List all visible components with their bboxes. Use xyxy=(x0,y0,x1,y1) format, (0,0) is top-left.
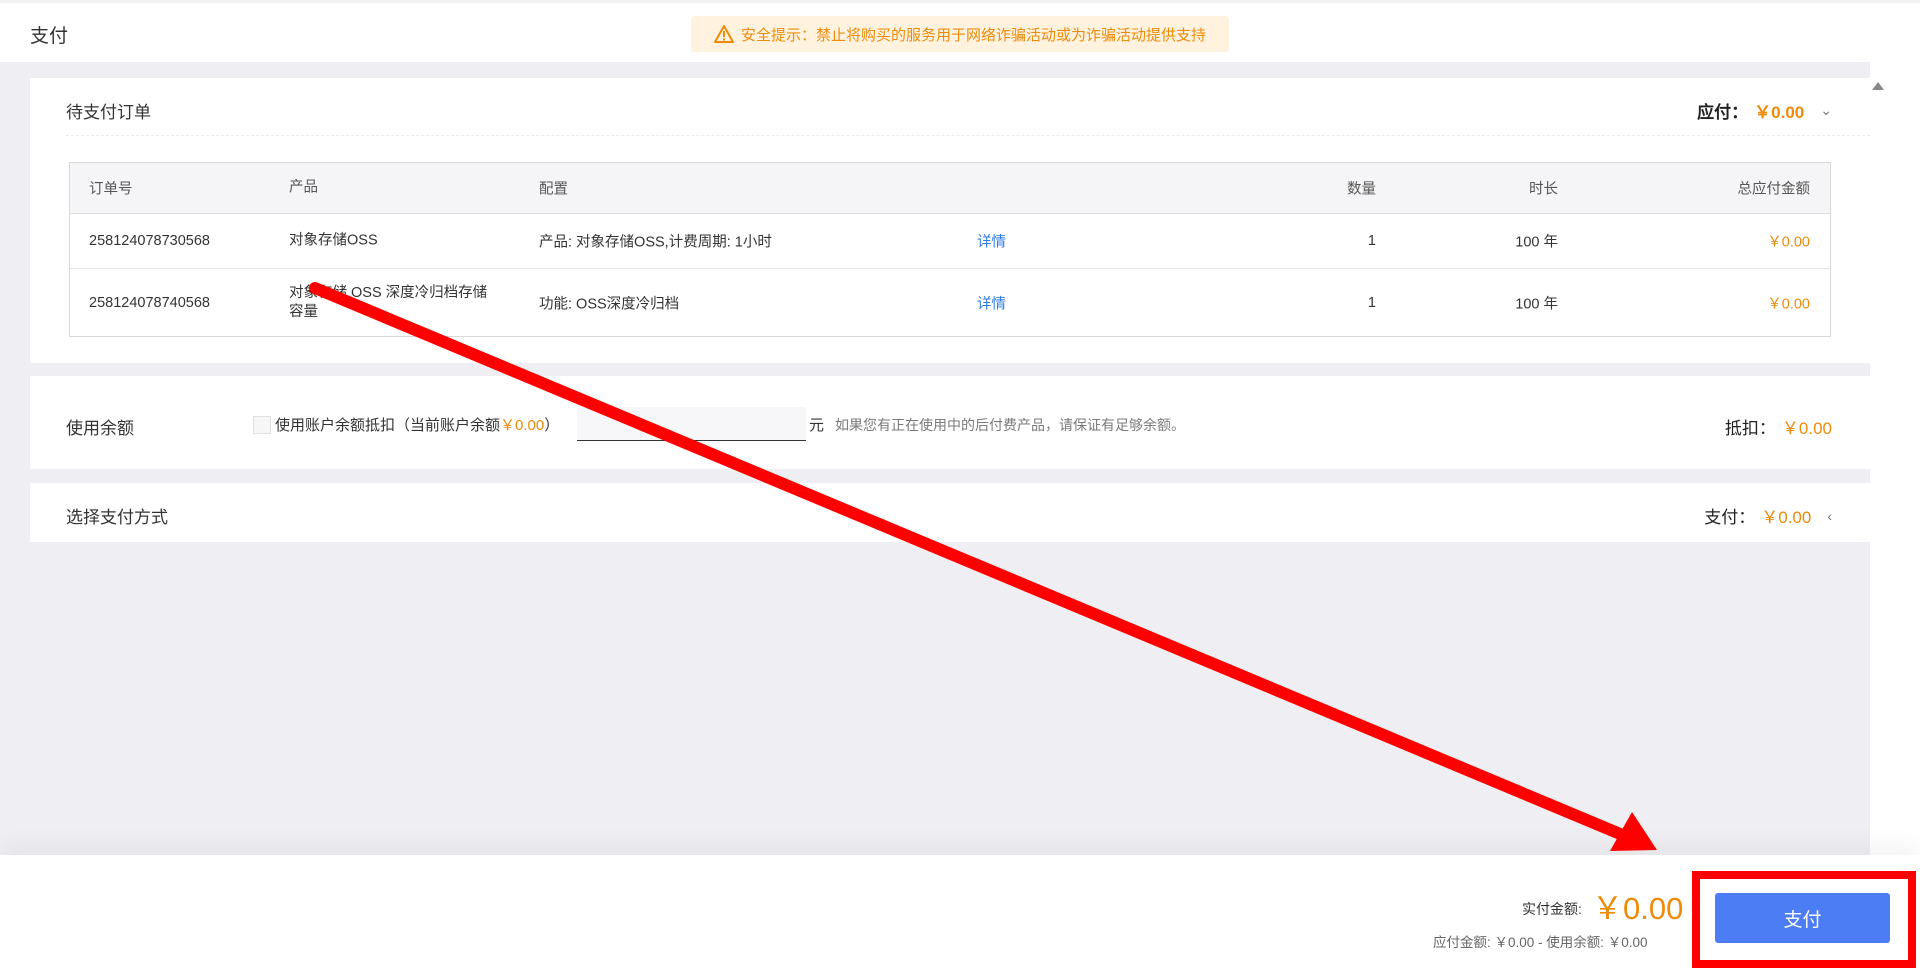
security-notice-text: 安全提示：禁止将购买的服务用于网络诈骗活动或为诈骗活动提供支持 xyxy=(740,26,1206,44)
scrollbar[interactable] xyxy=(1870,62,1920,855)
deduct-amount: ￥0.00 xyxy=(1781,419,1832,438)
deduct-label: 抵扣： xyxy=(1724,419,1776,438)
page-title: 支付 xyxy=(30,26,69,47)
table-header: 订单号 产品 配置 数量 时长 总应付金额 xyxy=(70,163,1830,214)
detail-link[interactable]: 详情 xyxy=(977,293,1006,314)
checkbox-label-close: ） xyxy=(544,417,560,434)
balance-amount-input[interactable] xyxy=(577,407,806,441)
payable-label: 应付： xyxy=(1697,103,1749,122)
warning-icon xyxy=(713,25,734,43)
payable-summary[interactable]: 应付： ￥0.00 ⌄ xyxy=(1697,98,1832,123)
top-header: 支付 安全提示：禁止将购买的服务用于网络诈骗活动或为诈骗活动提供支持 xyxy=(0,0,1920,62)
pay-label: 支付： xyxy=(1704,508,1756,527)
config-text: 功能: OSS深度冷归档 xyxy=(539,296,680,313)
detail-link[interactable]: 详情 xyxy=(977,230,1006,251)
column-header-product: 产品 xyxy=(289,179,318,196)
payment-method-title: 选择支付方式 xyxy=(66,508,168,527)
payment-summary[interactable]: 支付： ￥0.00 ‹ xyxy=(1704,503,1832,528)
use-balance-checkbox[interactable] xyxy=(253,415,271,434)
duration: 100 年 xyxy=(1515,296,1558,313)
pending-orders-title: 待支付订单 xyxy=(66,103,151,122)
content-area: 待支付订单 应付： ￥0.00 ⌄ 订单号 产品 配置 数量 时长 总应付金额 … xyxy=(30,78,1870,855)
payment-method-card[interactable]: 选择支付方式 支付： ￥0.00 ‹ xyxy=(30,483,1870,542)
chevron-left-icon[interactable]: ‹ xyxy=(1827,508,1832,524)
actual-amount-label: 实付金额: xyxy=(1522,901,1582,917)
quantity: 1 xyxy=(1367,295,1376,311)
row-total: ￥0.00 xyxy=(1767,296,1810,313)
config-text: 产品: 对象存储OSS,计费周期: 1小时 xyxy=(539,234,772,250)
orders-table: 订单号 产品 配置 数量 时长 总应付金额 258124078730568 对象… xyxy=(69,162,1831,337)
product-name: 对象存储OSS xyxy=(289,232,378,248)
column-header-config: 配置 xyxy=(539,181,568,198)
current-balance: ￥0.00 xyxy=(500,417,545,434)
column-header-duration: 时长 xyxy=(1529,181,1558,198)
payment-footer: 实付金额: ￥0.00 应付金额: ￥0.00 - 使用余额: ￥0.00 支付 xyxy=(0,855,1920,980)
actual-amount: ￥0.00 xyxy=(1592,891,1684,926)
use-balance-checkbox-label[interactable]: 使用账户余额抵扣（当前账户余额 ￥0.00 ） xyxy=(253,414,559,435)
scroll-up-arrow[interactable] xyxy=(1872,82,1884,90)
duration: 100 年 xyxy=(1515,234,1558,250)
column-header-quantity: 数量 xyxy=(1347,181,1376,198)
use-balance-title: 使用余额 xyxy=(66,419,134,438)
divider xyxy=(66,135,1870,136)
pending-orders-card: 待支付订单 应付： ￥0.00 ⌄ 订单号 产品 配置 数量 时长 总应付金额 … xyxy=(30,78,1870,363)
quantity: 1 xyxy=(1367,232,1376,249)
product-name: 对象存储 OSS 深度冷归档存储容量 xyxy=(289,285,488,320)
table-row: 258124078740568 对象存储 OSS 深度冷归档存储容量 功能: O… xyxy=(70,269,1830,337)
use-balance-card: 使用余额 使用账户余额抵扣（当前账户余额 ￥0.00 ） 元 如果您有正在使用中… xyxy=(30,376,1870,469)
annotation-highlight-box xyxy=(1692,871,1916,968)
chevron-down-icon[interactable]: ⌄ xyxy=(1820,102,1832,119)
column-header-order-no: 订单号 xyxy=(89,181,133,198)
row-total: ￥0.00 xyxy=(1767,234,1810,250)
checkbox-label-text: 使用账户余额抵扣（当前账户余额 xyxy=(275,417,501,434)
table-row: 258124078730568 对象存储OSS 产品: 对象存储OSS,计费周期… xyxy=(70,213,1830,269)
order-number: 258124078730568 xyxy=(89,232,210,249)
deduct-summary: 抵扣： ￥0.00 xyxy=(1725,414,1832,439)
order-number: 258124078740568 xyxy=(89,295,210,311)
security-notice: 安全提示：禁止将购买的服务用于网络诈骗活动或为诈骗活动提供支持 xyxy=(691,16,1229,52)
column-header-total: 总应付金额 xyxy=(1737,181,1811,198)
balance-hint: 如果您有正在使用中的后付费产品，请保证有足够余额。 xyxy=(835,417,1185,433)
amount-breakdown: 应付金额: ￥0.00 - 使用余额: ￥0.00 xyxy=(1433,935,1648,950)
payable-amount: ￥0.00 xyxy=(1754,103,1805,122)
currency-unit: 元 xyxy=(809,417,825,434)
pay-amount: ￥0.00 xyxy=(1761,508,1812,527)
